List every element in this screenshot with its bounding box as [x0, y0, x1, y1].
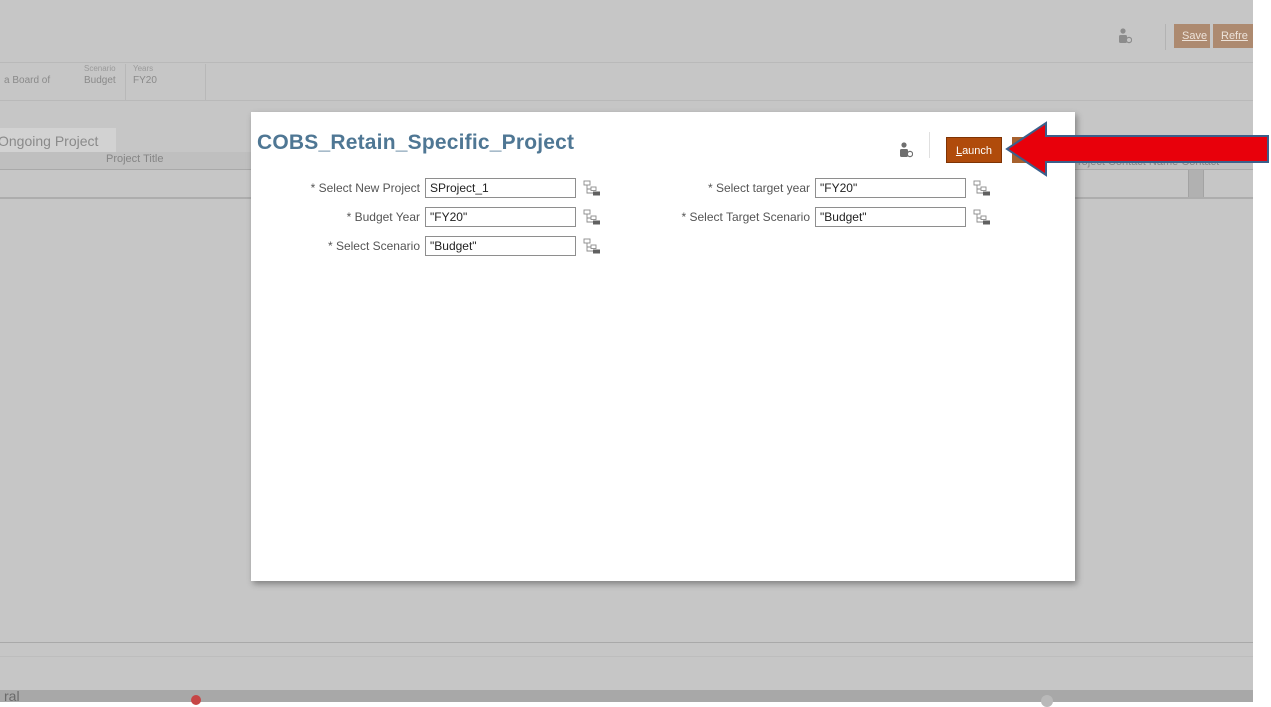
tab-ongoing-project[interactable]: Ongoing Project: [0, 128, 116, 152]
pov-scenario-label: Scenario: [84, 64, 116, 73]
grid-scrollbar[interactable]: [1188, 170, 1204, 197]
bottom-panel: [0, 690, 1253, 702]
member-selector-icon[interactable]: [583, 180, 601, 198]
member-selector-icon[interactable]: [973, 209, 991, 227]
member-selector-icon[interactable]: [583, 238, 601, 256]
select-scenario-input[interactable]: [425, 236, 576, 256]
pov-scenario-value: Budget: [84, 75, 116, 86]
background-toolbar: Save Refre: [0, 0, 1253, 62]
toolbar-separator: [1165, 24, 1166, 50]
pov-years[interactable]: Years FY20: [133, 64, 157, 86]
select-new-project-label: * Select New Project: [310, 181, 420, 195]
pov-scenario[interactable]: Scenario Budget: [84, 64, 116, 86]
select-new-project-input[interactable]: [425, 178, 576, 198]
budget-year-label: * Budget Year: [346, 210, 420, 224]
launch-button[interactable]: Launch: [946, 137, 1002, 163]
dialog-toolbar-separator: [929, 132, 930, 158]
select-target-scenario-label: * Select Target Scenario: [681, 210, 810, 224]
user-actions-icon[interactable]: [899, 142, 913, 158]
runtime-prompt-dialog: COBS_Retain_Specific_Project Launch * Se…: [251, 112, 1075, 581]
select-target-year-label: * Select target year: [707, 181, 810, 195]
budget-year-input[interactable]: [425, 207, 576, 227]
bottom-divider: [0, 642, 1253, 643]
pov-divider: [0, 100, 1253, 101]
select-scenario-label: * Select Scenario: [327, 239, 420, 253]
pov-separator: [205, 64, 206, 100]
column-header-project-title[interactable]: Project Title: [106, 153, 163, 165]
column-headers-right[interactable]: roject Contact Name Contact: [1078, 156, 1219, 168]
status-indicator-icon: [1041, 695, 1053, 707]
pov-entity-value: a Board of: [4, 75, 51, 86]
user-actions-icon[interactable]: [1118, 28, 1132, 44]
pov-years-value: FY20: [133, 75, 157, 86]
member-selector-icon[interactable]: [583, 209, 601, 227]
launch-label: aunch: [962, 145, 993, 157]
select-target-year-input[interactable]: [815, 178, 966, 198]
toolbar-divider: [0, 62, 1253, 63]
refresh-button[interactable]: Refre: [1213, 24, 1253, 48]
select-target-scenario-input[interactable]: [815, 207, 966, 227]
close-button[interactable]: [1012, 137, 1066, 163]
save-button[interactable]: Save: [1174, 24, 1210, 48]
member-selector-icon[interactable]: [973, 180, 991, 198]
pov-years-label: Years: [133, 64, 154, 73]
dialog-title: COBS_Retain_Specific_Project: [257, 131, 575, 154]
pov-separator: [125, 64, 126, 100]
error-indicator-icon: [191, 695, 201, 705]
bottom-divider: [0, 656, 1253, 657]
pov-entity[interactable]: a Board of: [4, 64, 50, 86]
